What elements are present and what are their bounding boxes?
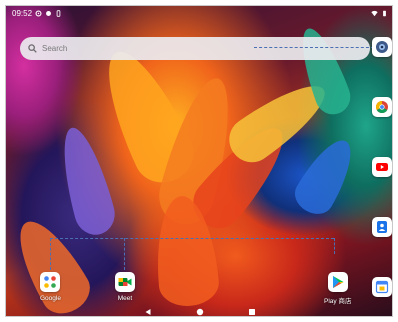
- wifi-icon: [371, 10, 378, 16]
- contacts-icon: [377, 221, 387, 233]
- google-folder[interactable]: Google: [40, 272, 61, 302]
- battery-icon: [383, 10, 386, 16]
- app-label-meet: Meet: [117, 295, 133, 302]
- camera-app-icon[interactable]: [372, 37, 392, 57]
- status-left: 09:52: [12, 9, 62, 18]
- app-label-play-store: Play 商店: [324, 298, 352, 305]
- home-icon[interactable]: [196, 308, 204, 316]
- home-screen: 09:52 Search Google Meet Play 商店: [5, 5, 393, 317]
- status-right: [371, 10, 388, 17]
- highlight-dash: [50, 238, 334, 239]
- notification-dot-icon: [46, 10, 51, 16]
- wallpaper-petal: [52, 122, 120, 240]
- status-bar: 09:52: [6, 6, 392, 20]
- app-label-google: Google: [40, 295, 61, 302]
- play-store-app[interactable]: Play 商店: [324, 272, 351, 305]
- navigation-bar: [6, 306, 392, 316]
- wallpaper-petal: [288, 131, 364, 221]
- status-time: 09:52: [12, 8, 33, 18]
- chrome-icon: [375, 101, 388, 114]
- camera-icon: [376, 41, 388, 53]
- calendar-app-icon[interactable]: [372, 277, 392, 297]
- search-placeholder: Search: [42, 44, 68, 53]
- search-icon: [28, 44, 37, 53]
- highlight-dash: [124, 238, 125, 270]
- chrome-app-icon[interactable]: [372, 97, 392, 117]
- play-triangle-icon: [332, 276, 344, 288]
- highlight-dash: [254, 47, 374, 48]
- calendar-icon: [375, 280, 389, 294]
- play-store-icon: [327, 272, 348, 292]
- battery-saver-icon: [56, 9, 61, 17]
- recents-icon[interactable]: [248, 308, 256, 316]
- settings-icon: [35, 9, 42, 17]
- youtube-app-icon[interactable]: [372, 157, 392, 177]
- search-bar[interactable]: Search: [20, 37, 370, 60]
- google-folder-icon: [40, 272, 61, 292]
- contacts-app-icon[interactable]: [372, 217, 392, 237]
- back-icon[interactable]: [144, 308, 152, 316]
- meet-icon: [115, 272, 135, 292]
- meet-app[interactable]: Meet: [115, 272, 135, 302]
- highlight-dash: [334, 238, 335, 254]
- highlight-dash: [50, 238, 51, 270]
- google-apps-grid-icon: [44, 276, 57, 288]
- youtube-icon: [376, 163, 388, 171]
- meet-camera-icon: [118, 278, 132, 286]
